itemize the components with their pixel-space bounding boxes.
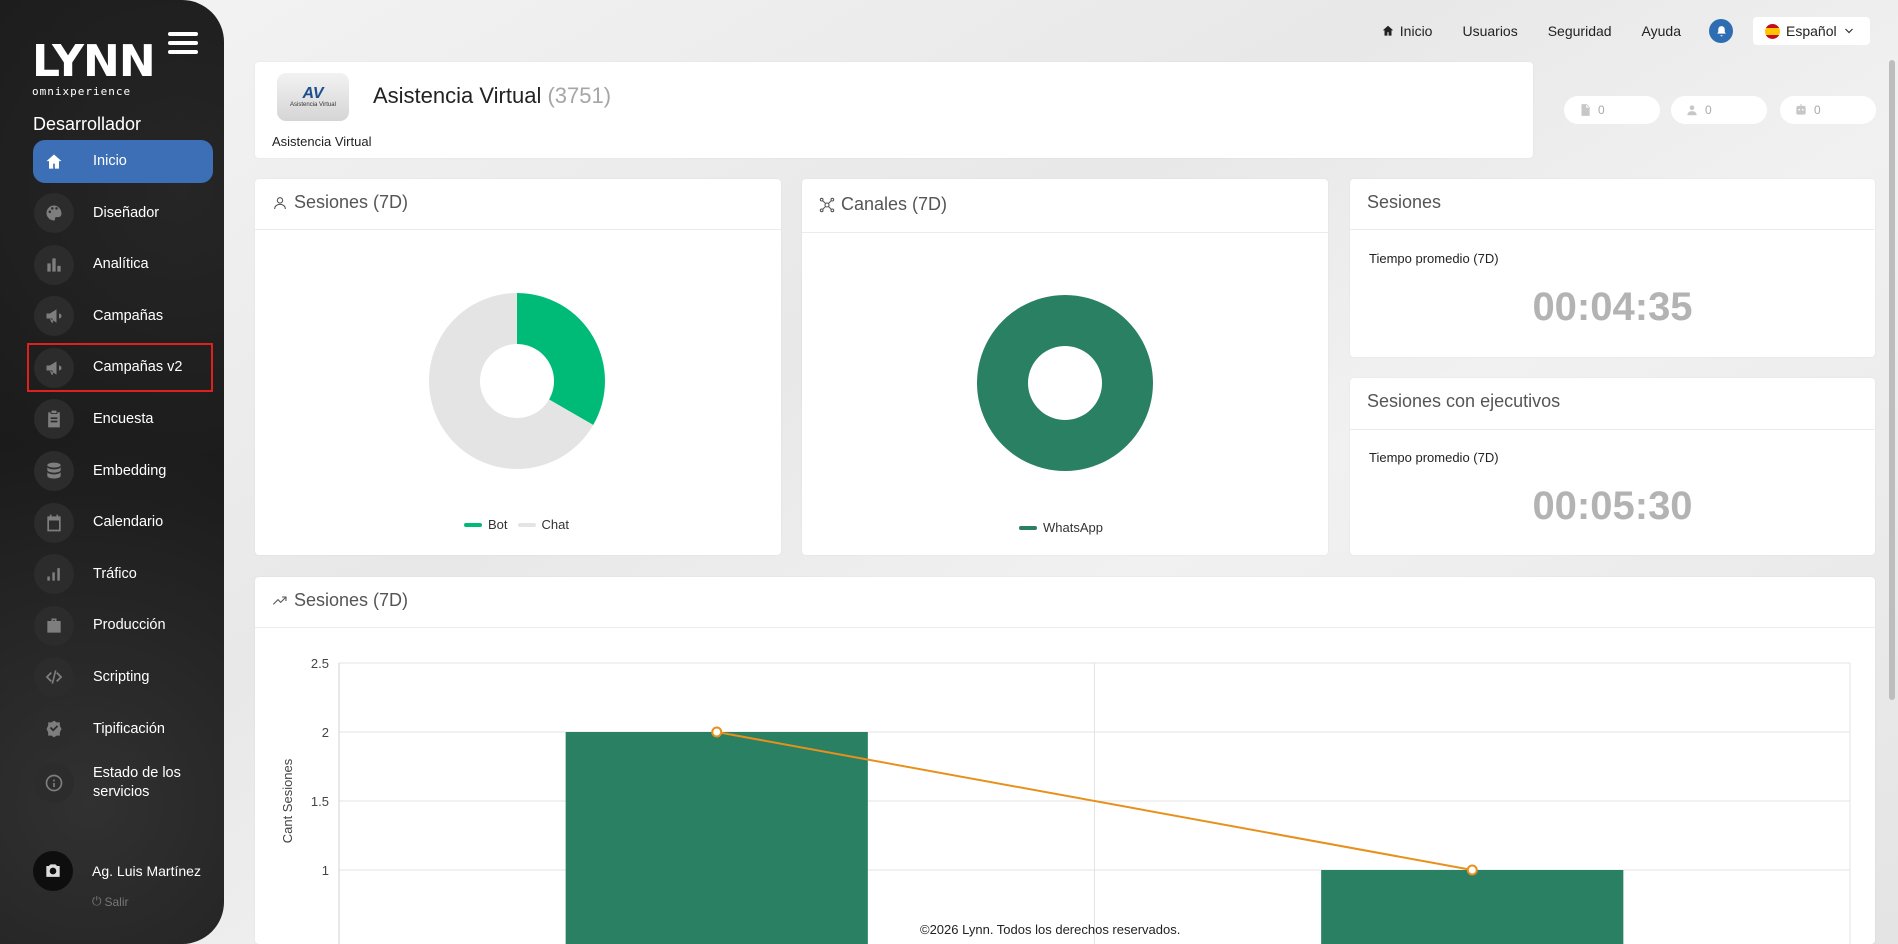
bell-icon[interactable] bbox=[1709, 19, 1733, 43]
menu-toggle-icon[interactable] bbox=[168, 32, 198, 58]
pie-slice-whatsapp[interactable] bbox=[976, 295, 1153, 471]
page-title: Asistencia Virtual (3751) bbox=[373, 83, 612, 108]
sidebar-item-produccion[interactable]: Producción bbox=[33, 604, 213, 647]
sidebar-item-campanas-v2[interactable]: Campañas v2 bbox=[27, 343, 213, 393]
user-icon bbox=[1687, 105, 1697, 116]
legend-label-whatsapp[interactable]: WhatsApp bbox=[1043, 520, 1103, 535]
signal-icon bbox=[34, 554, 74, 595]
power-icon: ⏻ bbox=[92, 894, 102, 908]
info-icon bbox=[34, 763, 74, 804]
language-selector[interactable]: Español bbox=[1753, 17, 1870, 45]
sessions-time-panel: Sesiones Tiempo promedio (7D) 00:04:35 bbox=[1350, 179, 1875, 357]
home-icon bbox=[1382, 25, 1394, 36]
chevron-down-icon bbox=[1844, 28, 1853, 34]
briefcase-icon bbox=[34, 605, 74, 646]
sidebar-nav: Inicio Diseñador Analítica Campañas Camp… bbox=[27, 140, 213, 816]
top-nav: Inicio Usuarios Seguridad Ayuda Español bbox=[1351, 16, 1870, 46]
topnav-seguridad[interactable]: Seguridad bbox=[1548, 23, 1612, 39]
sessions-pie-panel: Sesiones (7D) Bot Chat bbox=[255, 179, 781, 555]
legend-label-chat[interactable]: Chat bbox=[542, 517, 569, 532]
y-tick-label: 2 bbox=[322, 725, 329, 740]
sidebar-item-encuesta[interactable]: Encuesta bbox=[33, 398, 213, 441]
line-point[interactable] bbox=[1466, 864, 1478, 876]
sessions-avg-time: 00:04:35 bbox=[1532, 285, 1693, 329]
robot-icon bbox=[1796, 104, 1806, 115]
megaphone-icon bbox=[34, 296, 74, 337]
y-axis-label: Cant Sesiones bbox=[280, 758, 295, 843]
lynn-logo[interactable]: LYNN omnixperience bbox=[32, 40, 156, 102]
legend-label-bot[interactable]: Bot bbox=[488, 517, 508, 532]
sidebar: LYNN omnixperience Desarrollador Inicio … bbox=[0, 0, 224, 944]
bar-chart-icon bbox=[34, 244, 74, 285]
y-tick-label: 2.5 bbox=[311, 656, 329, 671]
user-outline-icon bbox=[274, 196, 286, 209]
sidebar-item-embedding[interactable]: Embedding bbox=[33, 450, 213, 493]
topnav-ayuda[interactable]: Ayuda bbox=[1642, 23, 1681, 39]
sessions-bar-chart: 2.5 2 1.5 1 Cant Sesiones bbox=[280, 656, 1851, 944]
sidebar-item-disenador[interactable]: Diseñador bbox=[33, 192, 213, 235]
agent-avg-time: 00:05:30 bbox=[1532, 484, 1693, 528]
badge-check-icon bbox=[34, 709, 74, 750]
document-icon bbox=[1581, 104, 1590, 116]
y-tick-label: 1.5 bbox=[311, 794, 329, 809]
sessions-donut-chart bbox=[429, 293, 605, 469]
channels-donut-chart bbox=[976, 295, 1153, 471]
database-icon bbox=[34, 451, 74, 492]
y-tick-label: 1 bbox=[322, 863, 329, 878]
logout-link[interactable]: ⏻ Salir bbox=[92, 894, 129, 909]
topnav-usuarios[interactable]: Usuarios bbox=[1462, 23, 1517, 39]
sidebar-item-calendario[interactable]: Calendario bbox=[33, 501, 213, 544]
stat-users: 0 bbox=[1671, 96, 1767, 124]
time-label: Tiempo promedio (7D) bbox=[1369, 450, 1499, 465]
user-name: Ag. Luis Martínez bbox=[92, 863, 201, 879]
page-subtitle: Asistencia Virtual bbox=[272, 134, 372, 149]
sidebar-item-trafico[interactable]: Tráfico bbox=[33, 553, 213, 596]
line-point[interactable] bbox=[711, 726, 723, 738]
sidebar-item-inicio[interactable]: Inicio bbox=[33, 140, 213, 183]
bot-logo: AV Asistencia Virtual bbox=[277, 73, 349, 121]
pie-slice-bot[interactable] bbox=[517, 293, 605, 425]
legend-swatch-whatsapp bbox=[1019, 525, 1037, 530]
network-icon bbox=[819, 197, 835, 212]
legend-swatch-chat bbox=[517, 522, 536, 527]
topnav-inicio[interactable]: Inicio bbox=[1381, 23, 1432, 39]
user-role: Desarrollador bbox=[33, 114, 142, 134]
stat-bots: 0 bbox=[1780, 96, 1876, 124]
channels-pie-panel: Canales (7D) WhatsApp bbox=[802, 179, 1328, 555]
megaphone-icon bbox=[34, 347, 74, 388]
spain-flag-icon bbox=[1765, 23, 1780, 39]
clipboard-icon bbox=[34, 399, 74, 440]
sidebar-item-tipificacion[interactable]: Tipificación bbox=[33, 708, 213, 751]
sidebar-item-campanas[interactable]: Campañas bbox=[33, 295, 213, 338]
panel-title: Canales (7D) bbox=[819, 194, 947, 215]
code-icon bbox=[34, 657, 74, 698]
panel-title: Sesiones (7D) bbox=[272, 192, 408, 213]
legend-swatch-bot bbox=[464, 522, 482, 527]
page-scrollbar[interactable] bbox=[1889, 60, 1895, 700]
footer-copyright: ©2026 Lynn. Todos los derechos reservado… bbox=[920, 922, 1181, 937]
sidebar-item-analitica[interactable]: Analítica bbox=[33, 243, 213, 286]
user-profile[interactable]: Ag. Luis Martínez bbox=[33, 851, 201, 891]
sessions-trend-panel: Sesiones (7D) 2.5 2 1.5 1 Cant Sesiones bbox=[255, 577, 1875, 944]
channels-legend: WhatsApp bbox=[1019, 520, 1103, 535]
bar[interactable] bbox=[1321, 870, 1624, 944]
sidebar-item-estado-servicios[interactable]: Estado de los servicios bbox=[33, 759, 213, 807]
palette-icon bbox=[34, 193, 74, 234]
bot-header-card: AV Asistencia Virtual Asistencia Virtual… bbox=[255, 62, 1533, 158]
camera-icon bbox=[33, 851, 73, 891]
bar[interactable] bbox=[565, 732, 868, 944]
stat-documents: 0 bbox=[1564, 96, 1660, 124]
agent-sessions-time-panel: Sesiones con ejecutivos Tiempo promedio … bbox=[1350, 378, 1875, 555]
home-icon bbox=[34, 142, 74, 182]
calendar-icon bbox=[34, 502, 74, 543]
time-label: Tiempo promedio (7D) bbox=[1369, 251, 1499, 266]
sidebar-item-scripting[interactable]: Scripting bbox=[33, 656, 213, 699]
sessions-legend: Bot Chat bbox=[464, 517, 569, 532]
